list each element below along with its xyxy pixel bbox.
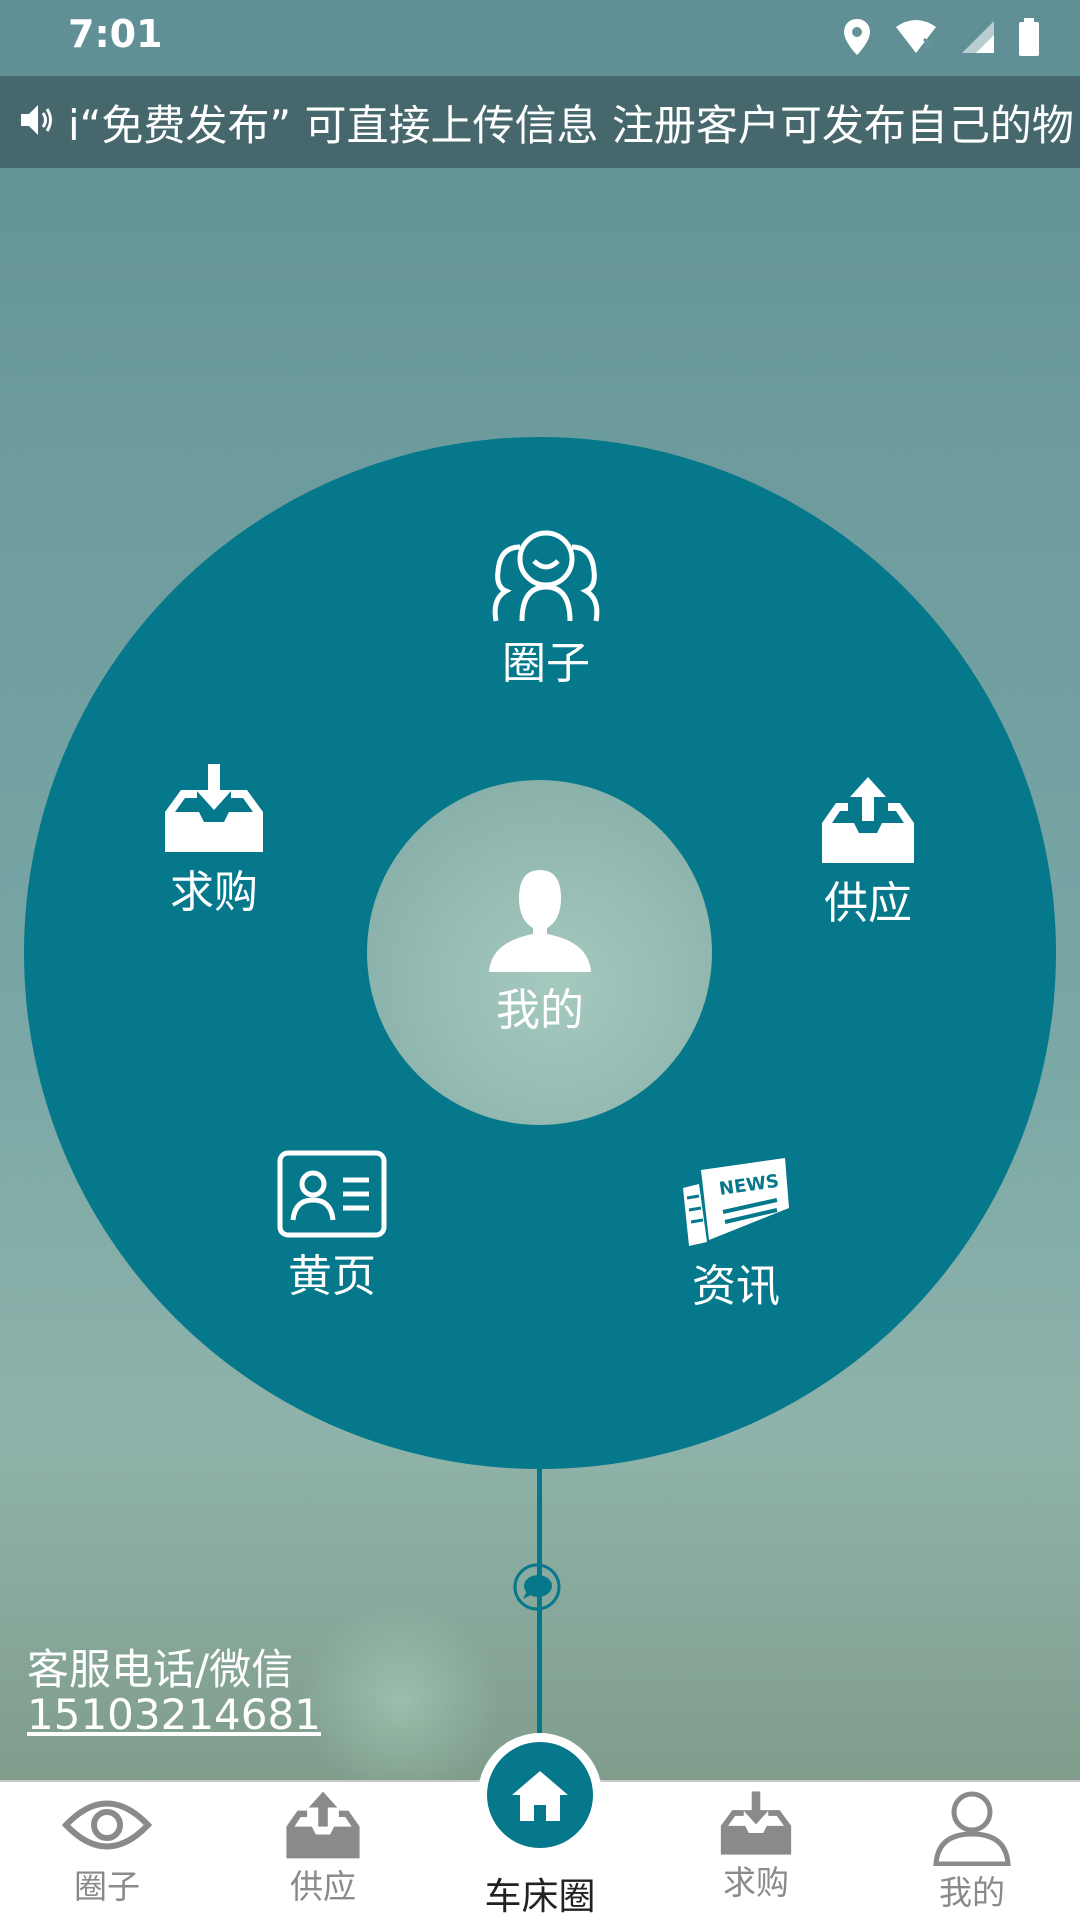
battery-icon	[1019, 18, 1039, 56]
nav-item-home[interactable]	[478, 1733, 602, 1857]
status-bar: 7:01	[0, 0, 1080, 75]
nav-label-purchase: 求购	[723, 1863, 789, 1902]
user-silhouette-icon	[489, 870, 591, 972]
menu-item-circle[interactable]: 圈子	[466, 525, 626, 691]
nav-label-supply: 供应	[290, 1867, 356, 1906]
nav-label-mine: 我的	[939, 1873, 1005, 1912]
notice-text: i“免费发布” 可直接上传信息 注册客户可发布自己的物	[68, 101, 1074, 150]
home-button[interactable]	[487, 1742, 593, 1848]
inbox-download-icon	[165, 764, 263, 852]
notice-marquee[interactable]: i“免费发布” 可直接上传信息 注册客户可发布自己的物	[0, 76, 1080, 168]
menu-item-news[interactable]: NEWS 资讯	[656, 1156, 816, 1314]
signal-icon	[962, 21, 994, 53]
menu-label-supply: 供应	[824, 878, 912, 929]
inbox-upload-icon	[822, 777, 914, 863]
inbox-upload-icon	[286, 1791, 360, 1859]
contact-card-icon	[277, 1150, 387, 1238]
menu-item-mine[interactable]: 我的	[460, 868, 620, 1038]
menu-item-purchase[interactable]: 求购	[134, 762, 294, 920]
menu-item-yellow-pages[interactable]: 黄页	[252, 1150, 412, 1304]
home-icon	[512, 1771, 568, 1821]
location-icon	[844, 19, 870, 55]
nav-label-circle: 圈子	[74, 1867, 140, 1906]
menu-label-purchase: 求购	[170, 867, 258, 918]
inbox-download-icon	[720, 1791, 792, 1855]
menu-label-news: 资讯	[692, 1261, 780, 1312]
menu-label-mine: 我的	[496, 985, 584, 1036]
nav-item-circle[interactable]: 圈子	[27, 1790, 187, 1908]
background-glow	[300, 1600, 500, 1800]
speaker-icon	[21, 105, 52, 135]
contact-label: 客服电话/微信	[27, 1645, 294, 1694]
status-time: 7:01	[68, 12, 163, 56]
chat-bubble-icon	[513, 1563, 561, 1611]
user-outline-icon	[933, 1791, 1011, 1866]
eye-icon	[62, 1800, 152, 1850]
nav-item-mine[interactable]: 我的	[892, 1790, 1052, 1914]
menu-item-supply[interactable]: 供应	[788, 773, 948, 931]
status-icons	[842, 12, 1040, 62]
people-group-icon	[492, 530, 600, 622]
nav-label-home: 车床圈	[484, 1875, 596, 1918]
newspaper-icon: NEWS	[683, 1158, 789, 1246]
nav-item-purchase[interactable]: 求购	[676, 1790, 836, 1904]
wifi-icon	[896, 20, 936, 53]
menu-label-yellow-pages: 黄页	[288, 1251, 376, 1302]
contact-phone-link[interactable]: 15103214681	[27, 1690, 321, 1739]
menu-label-circle: 圈子	[502, 638, 590, 689]
nav-item-supply[interactable]: 供应	[243, 1790, 403, 1908]
